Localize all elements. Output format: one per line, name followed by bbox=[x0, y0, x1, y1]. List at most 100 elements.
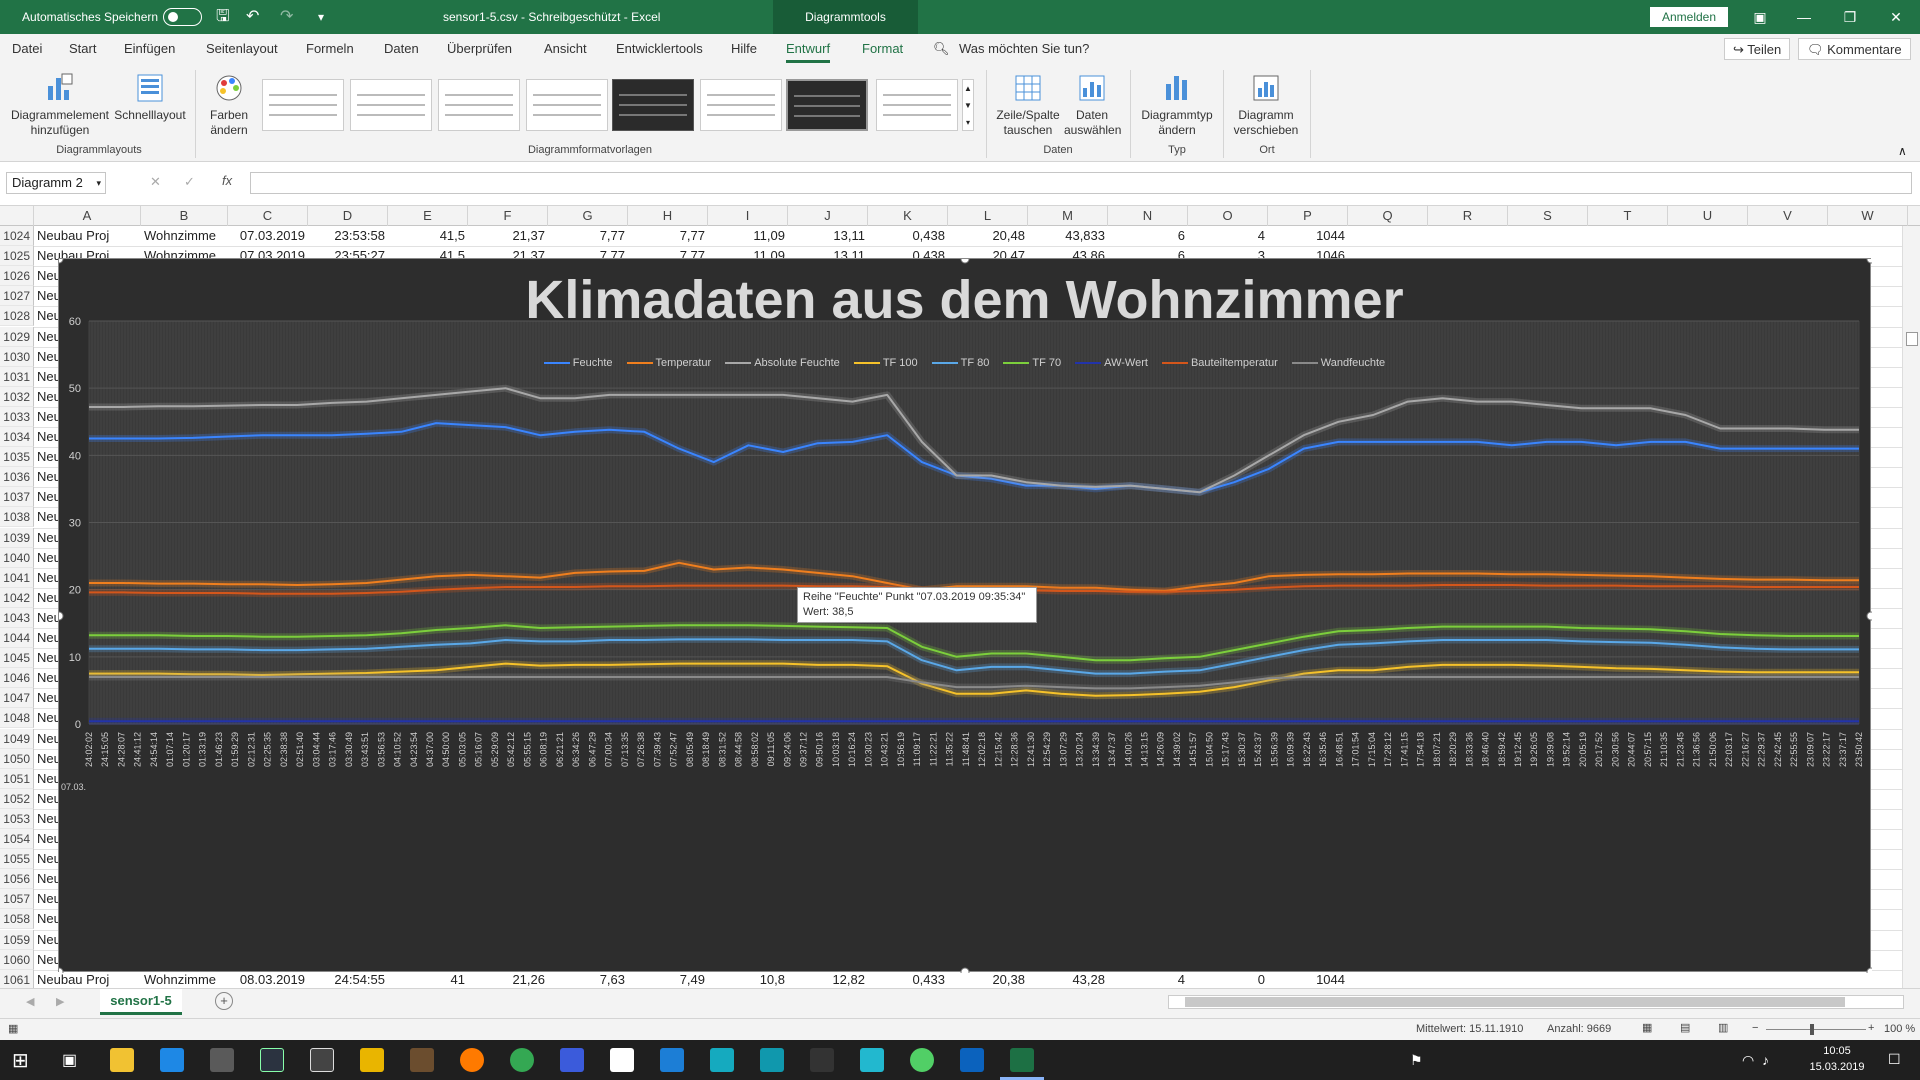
column-header-L[interactable]: L bbox=[948, 206, 1028, 226]
column-header-Q[interactable]: Q bbox=[1348, 206, 1428, 226]
cell[interactable]: 41,5 bbox=[388, 226, 468, 246]
zoom-slider[interactable] bbox=[1766, 1024, 1866, 1035]
row-header-1046[interactable]: 1046 bbox=[0, 668, 34, 689]
resize-handle[interactable] bbox=[960, 967, 970, 973]
change-chart-type-button[interactable]: Diagrammtyp ändern bbox=[1136, 66, 1218, 138]
zoom-in-icon[interactable]: + bbox=[1868, 1022, 1874, 1034]
enter-icon[interactable]: ✓ bbox=[184, 174, 195, 190]
normal-view-icon[interactable]: ▦ bbox=[1642, 1021, 1652, 1034]
tab-start[interactable]: Start bbox=[69, 34, 96, 64]
change-colors-button[interactable]: Farben ändern bbox=[202, 66, 256, 138]
row-header-1054[interactable]: 1054 bbox=[0, 829, 34, 849]
horizontal-scrollbar[interactable] bbox=[1168, 995, 1904, 1009]
page-layout-view-icon[interactable]: ▤ bbox=[1680, 1021, 1690, 1034]
scroll-left-icon[interactable]: ◀ bbox=[26, 995, 34, 1008]
formula-input[interactable] bbox=[250, 172, 1912, 194]
column-header-O[interactable]: O bbox=[1188, 206, 1268, 226]
macro-record-icon[interactable]: ▦ bbox=[8, 1022, 18, 1035]
chart-style-8[interactable] bbox=[876, 79, 958, 131]
cell[interactable]: 13,11 bbox=[788, 226, 868, 246]
chart-title[interactable]: Klimadaten aus dem Wohnzimmer bbox=[59, 269, 1870, 331]
close-icon[interactable]: ✕ bbox=[1873, 0, 1919, 34]
tab-datei[interactable]: Datei bbox=[12, 34, 42, 64]
vertical-scrollbar[interactable] bbox=[1902, 226, 1920, 988]
row-header-1059[interactable]: 1059 bbox=[0, 929, 34, 950]
cell[interactable]: 20,48 bbox=[948, 226, 1028, 246]
row-header-1029[interactable]: 1029 bbox=[0, 326, 34, 347]
tab-format[interactable]: Format bbox=[862, 34, 903, 64]
row-header-1061[interactable]: 1061 bbox=[0, 969, 34, 990]
cell[interactable]: 07.03.2019 bbox=[228, 226, 308, 246]
row-header-1036[interactable]: 1036 bbox=[0, 467, 34, 488]
column-header-S[interactable]: S bbox=[1508, 206, 1588, 226]
row-header-1042[interactable]: 1042 bbox=[0, 587, 34, 608]
tab-daten[interactable]: Daten bbox=[384, 34, 419, 64]
row-header-1051[interactable]: 1051 bbox=[0, 768, 34, 789]
row-header-1040[interactable]: 1040 bbox=[0, 547, 34, 568]
clock-time[interactable]: 10:05 bbox=[1802, 1045, 1872, 1057]
home-icon[interactable] bbox=[610, 1048, 634, 1072]
app-icon[interactable] bbox=[710, 1048, 734, 1072]
row-header-1055[interactable]: 1055 bbox=[0, 849, 34, 870]
cell[interactable]: 7,77 bbox=[548, 226, 628, 246]
comments-button[interactable]: 🗨︎ Kommentare bbox=[1798, 38, 1911, 60]
column-header-A[interactable]: A bbox=[34, 206, 141, 226]
share-button[interactable]: ↪ Teilen bbox=[1724, 38, 1791, 60]
column-header-B[interactable]: B bbox=[141, 206, 228, 226]
cell[interactable]: 4 bbox=[1188, 226, 1268, 246]
legend-entry[interactable]: AW-Wert bbox=[1075, 357, 1148, 369]
row-header-1027[interactable]: 1027 bbox=[0, 286, 34, 307]
row-header-1048[interactable]: 1048 bbox=[0, 708, 34, 729]
tab-entwicklertools[interactable]: Entwicklertools bbox=[616, 34, 703, 64]
column-header-M[interactable]: M bbox=[1028, 206, 1108, 226]
task-view-icon[interactable]: ▣ bbox=[62, 1050, 77, 1070]
resize-handle[interactable] bbox=[59, 967, 64, 973]
people-icon[interactable]: ⚑ bbox=[1410, 1052, 1423, 1069]
edge-icon[interactable] bbox=[160, 1048, 184, 1072]
app-icon[interactable] bbox=[310, 1048, 334, 1072]
scroll-right-icon[interactable]: ▶ bbox=[56, 995, 64, 1008]
row-header-1041[interactable]: 1041 bbox=[0, 567, 34, 588]
row-header-1060[interactable]: 1060 bbox=[0, 949, 34, 970]
column-header-P[interactable]: P bbox=[1268, 206, 1348, 226]
arduino-icon[interactable] bbox=[760, 1048, 784, 1072]
tell-me-input[interactable]: Was möchten Sie tun? bbox=[959, 34, 1089, 64]
column-header-G[interactable]: G bbox=[548, 206, 628, 226]
notifications-icon[interactable]: ☐ bbox=[1888, 1051, 1901, 1068]
sign-in-button[interactable]: Anmelden bbox=[1650, 7, 1728, 27]
legend-entry[interactable]: TF 80 bbox=[931, 357, 989, 369]
search-icon[interactable]: 🔍︎ bbox=[933, 34, 950, 64]
cell[interactable]: 7,77 bbox=[628, 226, 708, 246]
cell[interactable]: Wohnzimme bbox=[141, 226, 228, 246]
column-header-K[interactable]: K bbox=[868, 206, 948, 226]
chart-area[interactable]: 0 10 20 30 40 50 60 24:02:02 24:15:05 24:28:07 24:… bbox=[58, 258, 1872, 973]
app-icon[interactable] bbox=[910, 1048, 934, 1072]
legend-entry[interactable]: Wandfeuchte bbox=[1291, 357, 1385, 369]
row-header-1032[interactable]: 1032 bbox=[0, 386, 34, 407]
store-icon[interactable] bbox=[210, 1048, 234, 1072]
row-header-1053[interactable]: 1053 bbox=[0, 808, 34, 829]
row-header-1056[interactable]: 1056 bbox=[0, 869, 34, 890]
legend-entry[interactable]: Bauteiltemperatur bbox=[1161, 357, 1278, 369]
row-header-1025[interactable]: 1025 bbox=[0, 246, 34, 267]
row-header-1045[interactable]: 1045 bbox=[0, 648, 34, 669]
app-icon[interactable] bbox=[410, 1048, 434, 1072]
row-header-1034[interactable]: 1034 bbox=[0, 427, 34, 447]
row-header-1047[interactable]: 1047 bbox=[0, 688, 34, 709]
name-box[interactable]: Diagramm 2 ▾ bbox=[6, 172, 106, 194]
cell[interactable]: 23:53:58 bbox=[308, 226, 388, 246]
cell[interactable]: 6 bbox=[1108, 226, 1188, 246]
cell[interactable]: 1044 bbox=[1268, 226, 1348, 246]
quick-layout-button[interactable]: Schnelllayout bbox=[112, 66, 188, 123]
column-header-I[interactable]: I bbox=[708, 206, 788, 226]
row-header-1038[interactable]: 1038 bbox=[0, 507, 34, 528]
app-icon[interactable] bbox=[860, 1048, 884, 1072]
select-all-corner[interactable] bbox=[0, 206, 34, 226]
ribbon-display-icon[interactable]: ▣ bbox=[1737, 0, 1783, 34]
tab-seitenlayout[interactable]: Seitenlayout bbox=[206, 34, 278, 64]
column-header-F[interactable]: F bbox=[468, 206, 548, 226]
chart-style-3[interactable] bbox=[438, 79, 520, 131]
row-header-1058[interactable]: 1058 bbox=[0, 909, 34, 930]
legend-entry[interactable]: TF 70 bbox=[1003, 357, 1061, 369]
file-explorer-icon[interactable] bbox=[110, 1048, 134, 1072]
